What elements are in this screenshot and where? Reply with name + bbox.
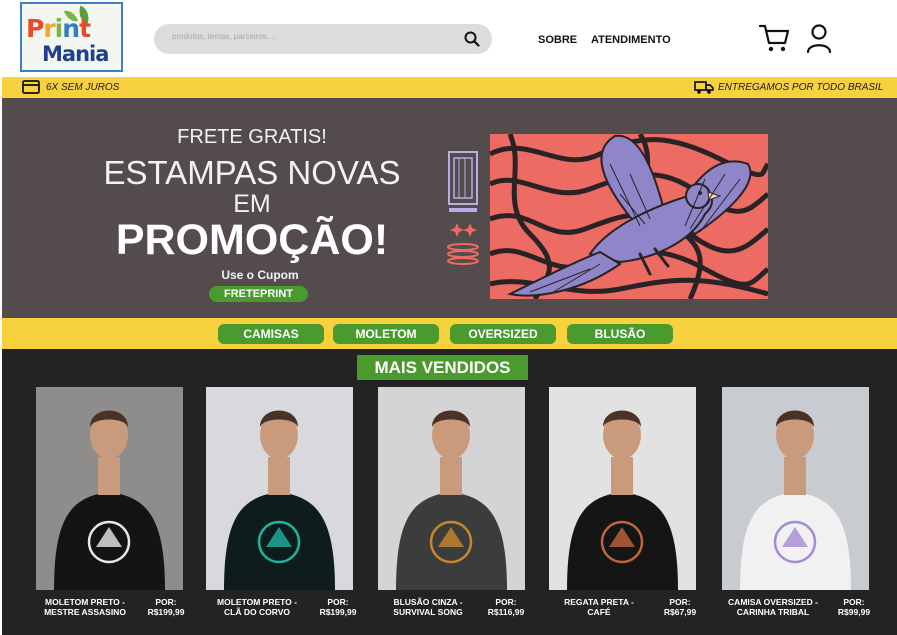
logo-word-mania: Mania <box>42 42 109 66</box>
site-header: Print Mania SOBRE ATENDIMENTO <box>0 0 897 77</box>
search-input[interactable] <box>172 32 452 41</box>
decorative-glyphs-icon <box>447 151 479 265</box>
truck-icon <box>694 81 714 94</box>
price-value: R$199,99 <box>319 607 357 617</box>
price-label: POR: <box>155 597 177 607</box>
logo-word-print: Print <box>26 14 91 43</box>
product-name: REGATA PRETA - CAFÉ <box>544 597 654 617</box>
product-name-line2: CLÃ DO CORVO <box>224 607 290 617</box>
category-bar: CAMISAS MOLETOM OVERSIZED BLUSÃO <box>2 318 897 349</box>
product-price: POR: R$116,99 <box>476 597 536 617</box>
price-value: R$116,99 <box>487 607 525 617</box>
product-card[interactable] <box>36 387 183 590</box>
price-value: R$199,99 <box>147 607 185 617</box>
category-button-blusao[interactable]: BLUSÃO <box>567 324 673 344</box>
product-name-line1: REGATA PRETA - <box>564 597 634 607</box>
product-name: MOLETOM PRETO - MESTRE ASSASINO <box>30 597 140 617</box>
product-name-line2: CARINHA TRIBAL <box>736 607 810 617</box>
price-label: POR: <box>669 597 691 607</box>
print-mania-logo[interactable]: Print Mania <box>20 2 123 72</box>
product-price: POR: R$199,99 <box>308 597 368 617</box>
price-value: R$67,99 <box>663 607 697 617</box>
product-image[interactable] <box>549 387 696 590</box>
section-title-mais-vendidos: MAIS VENDIDOS <box>357 355 528 380</box>
product-price: POR: R$199,99 <box>136 597 196 617</box>
product-name: BLUSÃO CINZA - SURVIVAL SONG <box>376 597 480 617</box>
price-label: POR: <box>327 597 349 607</box>
cart-icon[interactable] <box>758 22 790 54</box>
product-name: MOLETOM PRETO - CLÃ DO CORVO <box>202 597 312 617</box>
price-value: R$99,99 <box>837 607 871 617</box>
product-image[interactable] <box>722 387 869 590</box>
category-button-camisas[interactable]: CAMISAS <box>218 324 324 344</box>
coupon-label: Use o Cupom <box>221 268 299 282</box>
price-label: POR: <box>495 597 517 607</box>
promo-banner[interactable]: FRETE GRATIS! ESTAMPAS NOVAS EM PROMOÇÃO… <box>2 98 897 318</box>
search-icon[interactable] <box>464 31 480 47</box>
product-name-line1: MOLETOM PRETO - <box>45 597 125 607</box>
product-name: CAMISA OVERSIZED - CARINHA TRIBAL <box>718 597 828 617</box>
product-name-line2: SURVIVAL SONG <box>393 607 463 617</box>
hero-line-promocao: PROMOÇÃO! <box>115 216 389 264</box>
category-button-moletom[interactable]: MOLETOM <box>333 324 439 344</box>
product-name-line1: CAMISA OVERSIZED - <box>728 597 818 607</box>
product-image[interactable] <box>36 387 183 590</box>
product-name-line2: MESTRE ASSASINO <box>44 607 126 617</box>
pigeon-illustration <box>490 134 768 299</box>
product-card[interactable] <box>549 387 696 590</box>
product-name-line1: BLUSÃO CINZA - <box>393 597 463 607</box>
product-card[interactable] <box>722 387 869 590</box>
shipping-text: ENTREGAMOS POR TODO BRASIL <box>718 82 884 93</box>
category-button-oversized[interactable]: OVERSIZED <box>450 324 556 344</box>
nav-link-atendimento[interactable]: ATENDIMENTO <box>591 34 671 46</box>
price-label: POR: <box>843 597 865 607</box>
info-bar: 6X SEM JUROS ENTREGAMOS POR TODO BRASIL <box>2 77 897 98</box>
product-price: POR: R$99,99 <box>824 597 884 617</box>
product-price: POR: R$67,99 <box>650 597 710 617</box>
product-image[interactable] <box>206 387 353 590</box>
hero-line-em: EM <box>233 190 271 218</box>
credit-card-icon <box>22 80 40 94</box>
product-name-line1: MOLETOM PRETO - <box>217 597 297 607</box>
best-sellers-section: MAIS VENDIDOS MOLETOM PRETO - MESTRE ASS… <box>2 349 897 635</box>
installments-text: 6X SEM JUROS <box>46 82 120 93</box>
hero-line-estampas: ESTAMPAS NOVAS <box>103 154 401 191</box>
product-card[interactable] <box>206 387 353 590</box>
product-name-line2: CAFÉ <box>587 607 611 617</box>
nav-link-sobre[interactable]: SOBRE <box>538 34 577 46</box>
user-icon[interactable] <box>806 23 832 53</box>
product-image[interactable] <box>378 387 525 590</box>
hero-line-frete: FRETE GRATIS! <box>177 126 327 148</box>
coupon-code-badge[interactable]: FRETEPRINT <box>209 286 308 302</box>
search-bar[interactable] <box>154 24 492 54</box>
product-card[interactable] <box>378 387 525 590</box>
